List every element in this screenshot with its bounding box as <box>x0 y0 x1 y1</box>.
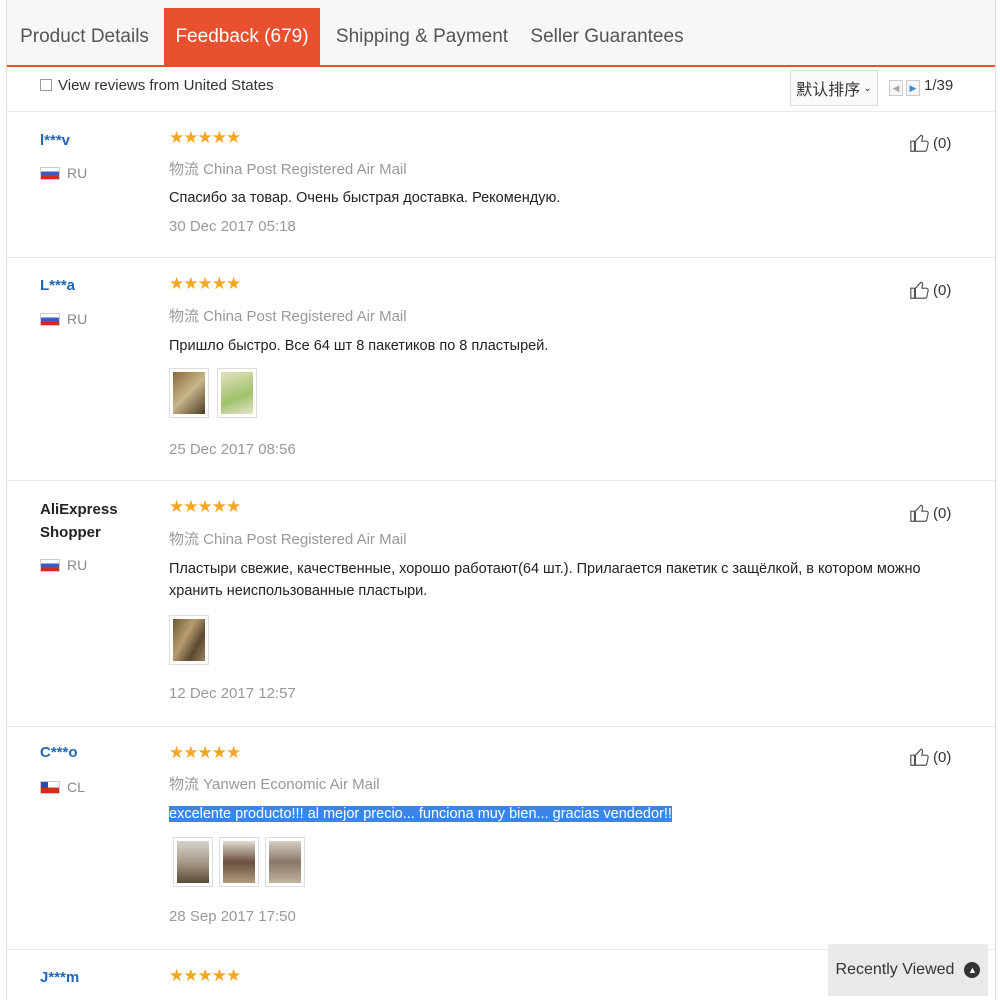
feedback-panel: Product Details Feedback (679) Shipping … <box>6 0 996 1000</box>
selected-text: excelente producto!!! al mejor precio...… <box>169 806 672 822</box>
review-date: 30 Dec 2017 05:18 <box>169 218 296 235</box>
sort-dropdown[interactable]: 默认排序 ⌄ <box>790 70 878 106</box>
review-photo[interactable] <box>169 368 209 418</box>
tab-feedback[interactable]: Feedback (679) <box>164 8 320 65</box>
reviewer-name: C***o <box>40 744 78 761</box>
tab-product-details[interactable]: Product Details <box>7 8 162 65</box>
helpful-button[interactable]: (0) <box>909 502 951 524</box>
like-count: (0) <box>933 281 952 299</box>
chile-flag-icon <box>40 780 60 794</box>
star-rating: ★★★★★ <box>169 966 241 985</box>
reviewer-name: L***a <box>40 277 76 294</box>
star-rating: ★★★★★ <box>169 128 241 147</box>
feedback-toolbar: View reviews from United States 默认排序 ⌄ ◀… <box>7 67 995 112</box>
review-photo[interactable] <box>169 615 209 665</box>
arrow-up-icon: ▲ <box>964 962 981 978</box>
reviewer-name: l***v <box>40 132 71 149</box>
next-page-button[interactable]: ▶ <box>906 80 920 96</box>
russia-flag-icon <box>40 312 60 326</box>
reviewer-country: CL <box>40 779 85 795</box>
country-code: RU <box>67 557 88 573</box>
recently-viewed-button[interactable]: Recently Viewed ▲ <box>828 944 988 996</box>
review-photo[interactable] <box>217 368 257 418</box>
star-rating: ★★★★★ <box>169 743 241 762</box>
prev-page-button[interactable]: ◀ <box>889 80 903 96</box>
reviewer-country: RU <box>40 165 87 181</box>
thumbs-up-icon <box>910 504 929 522</box>
thumbs-up-icon <box>910 281 929 299</box>
country-code: RU <box>67 165 88 181</box>
sort-label: 默认排序 <box>796 82 861 99</box>
shipping-method: 物流 China Post Registered Air Mail <box>169 161 407 178</box>
shipping-method: 物流 China Post Registered Air Mail <box>169 531 407 548</box>
filter-checkbox[interactable] <box>40 79 52 91</box>
review-item: L***a RU ★★★★★ 物流 China Post Registered … <box>7 258 995 481</box>
like-count: (0) <box>933 134 952 152</box>
like-count: (0) <box>933 504 952 522</box>
russia-flag-icon <box>40 166 60 180</box>
shipping-method: 物流 China Post Registered Air Mail <box>169 308 407 325</box>
helpful-button[interactable]: (0) <box>909 132 951 154</box>
shipping-method: 物流 Yanwen Economic Air Mail <box>169 776 380 793</box>
recently-viewed-label: Recently Viewed <box>835 961 955 978</box>
review-item: C***o CL ★★★★★ 物流 Yanwen Economic Air Ma… <box>7 727 995 950</box>
review-date: 28 Sep 2017 17:50 <box>169 908 296 925</box>
chevron-down-icon: ⌄ <box>863 82 872 94</box>
review-text: Спасибо за товар. Очень быстрая доставка… <box>169 190 561 206</box>
review-text: Пластыри свежие, качественные, хорошо ра… <box>169 561 921 599</box>
country-code: RU <box>67 311 88 327</box>
thumbs-up-icon <box>910 748 929 766</box>
review-photo[interactable] <box>265 837 305 887</box>
helpful-button[interactable]: (0) <box>909 279 951 301</box>
reviewer-name: AliExpress Shopper <box>40 501 118 541</box>
like-count: (0) <box>933 748 952 766</box>
tab-seller-guarantees[interactable]: Seller Guarantees <box>522 8 692 65</box>
review-item: AliExpress Shopper RU ★★★★★ 物流 China Pos… <box>7 481 995 727</box>
review-item: l***v RU ★★★★★ 物流 China Post Registered … <box>7 112 995 258</box>
page-indicator: 1/39 <box>924 77 954 94</box>
review-photo[interactable] <box>173 837 213 887</box>
helpful-button[interactable]: (0) <box>909 746 951 768</box>
reviewer-name: J***m <box>40 969 80 986</box>
star-rating: ★★★★★ <box>169 497 241 516</box>
review-date: 12 Dec 2017 12:57 <box>169 685 296 702</box>
review-photo[interactable] <box>219 837 259 887</box>
review-text: excelente producto!!! al mejor precio...… <box>169 803 939 825</box>
russia-flag-icon <box>40 558 60 572</box>
tab-bar: Product Details Feedback (679) Shipping … <box>7 0 995 67</box>
filter-label[interactable]: View reviews from United States <box>58 77 274 94</box>
country-code: CL <box>67 779 85 795</box>
star-rating: ★★★★★ <box>169 274 241 293</box>
reviewer-country: RU <box>40 557 87 573</box>
tab-shipping-payment[interactable]: Shipping & Payment <box>325 8 519 65</box>
thumbs-up-icon <box>910 134 929 152</box>
review-date: 25 Dec 2017 08:56 <box>169 441 296 458</box>
reviewer-country: RU <box>40 311 87 327</box>
review-text: Пришло быстро. Все 64 шт 8 пакетиков по … <box>169 338 549 354</box>
